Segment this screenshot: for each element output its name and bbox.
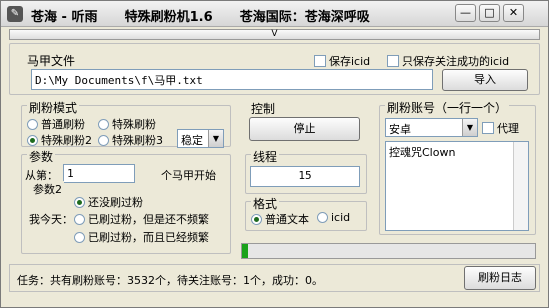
- mode-special3-radio[interactable]: 特殊刷粉3: [98, 132, 163, 148]
- control-label: 控制: [251, 102, 276, 116]
- stop-button[interactable]: 停止: [249, 117, 360, 141]
- format-text-dot[interactable]: [251, 214, 262, 225]
- today-none-dot[interactable]: [74, 197, 85, 208]
- mode-special-radio[interactable]: 特殊刷粉: [98, 116, 156, 132]
- file-label: 马甲文件: [27, 54, 76, 68]
- mode-label: 刷粉模式: [27, 99, 80, 116]
- accounts-scrollbar[interactable]: [513, 142, 528, 230]
- threads-input[interactable]: 15: [250, 166, 360, 187]
- format-text-label: 普通文本: [265, 213, 309, 226]
- log-button[interactable]: 刷粉日志: [464, 266, 536, 290]
- platform-select[interactable]: 安卓 ▼: [385, 118, 478, 137]
- mode-special-label: 特殊刷粉: [112, 118, 156, 131]
- chevron-down-icon[interactable]: ▼: [208, 130, 223, 147]
- minimize-button[interactable]: —: [455, 4, 476, 22]
- mode-special2-label: 特殊刷粉2: [41, 134, 92, 147]
- progress-fill: [242, 244, 248, 258]
- format-icid-label: icid: [331, 211, 351, 224]
- status-text: 任务：共有刷粉账号：3532个，待关注账号：1个，成功：0。: [17, 274, 323, 287]
- app-window: ✎ 苍海 - 听雨 特殊刷粉机1.6 苍海国际：苍海深呼吸 — □ ✕ V 马甲…: [0, 0, 549, 308]
- mode-special3-dot[interactable]: [98, 135, 109, 146]
- today-none-radio[interactable]: 还没刷过粉: [74, 194, 143, 210]
- close-button[interactable]: ✕: [503, 4, 524, 22]
- window-title: 苍海 - 听雨 特殊刷粉机1.6 苍海国际：苍海深呼吸: [31, 10, 370, 25]
- app-icon: ✎: [7, 6, 23, 22]
- restore-button[interactable]: □: [479, 4, 500, 22]
- platform-value: 安卓: [389, 123, 411, 136]
- collapse-toggle[interactable]: V: [9, 29, 540, 40]
- accounts-text: 控魂咒Clown: [389, 146, 456, 159]
- proxy-label: 代理: [497, 122, 519, 135]
- file-path-input[interactable]: D:\My Documents\f\马甲.txt: [31, 69, 433, 90]
- today-none-label: 还没刷过粉: [88, 196, 143, 209]
- today-infrequent-radio[interactable]: 已刷过粉，但是还不频繁: [74, 211, 209, 227]
- import-button[interactable]: 导入: [442, 69, 528, 91]
- accounts-textarea[interactable]: 控魂咒Clown: [385, 141, 529, 231]
- stability-select[interactable]: 稳定 ▼: [177, 129, 224, 148]
- stability-value: 稳定: [181, 134, 203, 147]
- from-suffix-label: 个马甲开始: [161, 169, 216, 182]
- save-icid-label: 保存icid: [329, 55, 371, 68]
- today-frequent-radio[interactable]: 已刷过粉，而且已经频繁: [74, 229, 209, 245]
- params-label: 参数: [27, 148, 56, 165]
- save-success-checkbox[interactable]: 只保存关注成功的icid: [387, 53, 509, 69]
- save-icid-box[interactable]: [314, 55, 326, 67]
- format-label: 格式: [251, 195, 280, 212]
- format-text-radio[interactable]: 普通文本: [251, 211, 309, 227]
- threads-label: 线程: [251, 148, 280, 165]
- from-index-input[interactable]: 1: [63, 164, 135, 183]
- mode-special3-label: 特殊刷粉3: [112, 134, 163, 147]
- format-icid-radio[interactable]: icid: [317, 211, 350, 224]
- proxy-checkbox[interactable]: 代理: [482, 120, 519, 136]
- progress-bar: [241, 243, 536, 259]
- proxy-box[interactable]: [482, 122, 494, 134]
- mode-special2-dot[interactable]: [27, 135, 38, 146]
- mode-normal-radio[interactable]: 普通刷粉: [27, 116, 85, 132]
- today-frequent-dot[interactable]: [74, 232, 85, 243]
- accounts-label: 刷粉账号（一行一个）: [385, 99, 510, 116]
- params2-label: 参数2: [31, 181, 64, 197]
- mode-special2-radio[interactable]: 特殊刷粉2: [27, 132, 92, 148]
- save-icid-checkbox[interactable]: 保存icid: [314, 53, 370, 69]
- title-bar: ✎ 苍海 - 听雨 特殊刷粉机1.6 苍海国际：苍海深呼吸 — □ ✕: [1, 1, 548, 27]
- today-label: 我今天：: [29, 213, 73, 226]
- today-infrequent-dot[interactable]: [74, 214, 85, 225]
- today-infrequent-label: 已刷过粉，但是还不频繁: [88, 213, 209, 226]
- mode-normal-label: 普通刷粉: [41, 118, 85, 131]
- mode-normal-dot[interactable]: [27, 119, 38, 130]
- save-success-box[interactable]: [387, 55, 399, 67]
- format-icid-dot[interactable]: [317, 212, 328, 223]
- today-frequent-label: 已刷过粉，而且已经频繁: [88, 231, 209, 244]
- chevron-down-icon[interactable]: ▼: [462, 119, 477, 136]
- save-success-label: 只保存关注成功的icid: [402, 55, 510, 68]
- mode-special-dot[interactable]: [98, 119, 109, 130]
